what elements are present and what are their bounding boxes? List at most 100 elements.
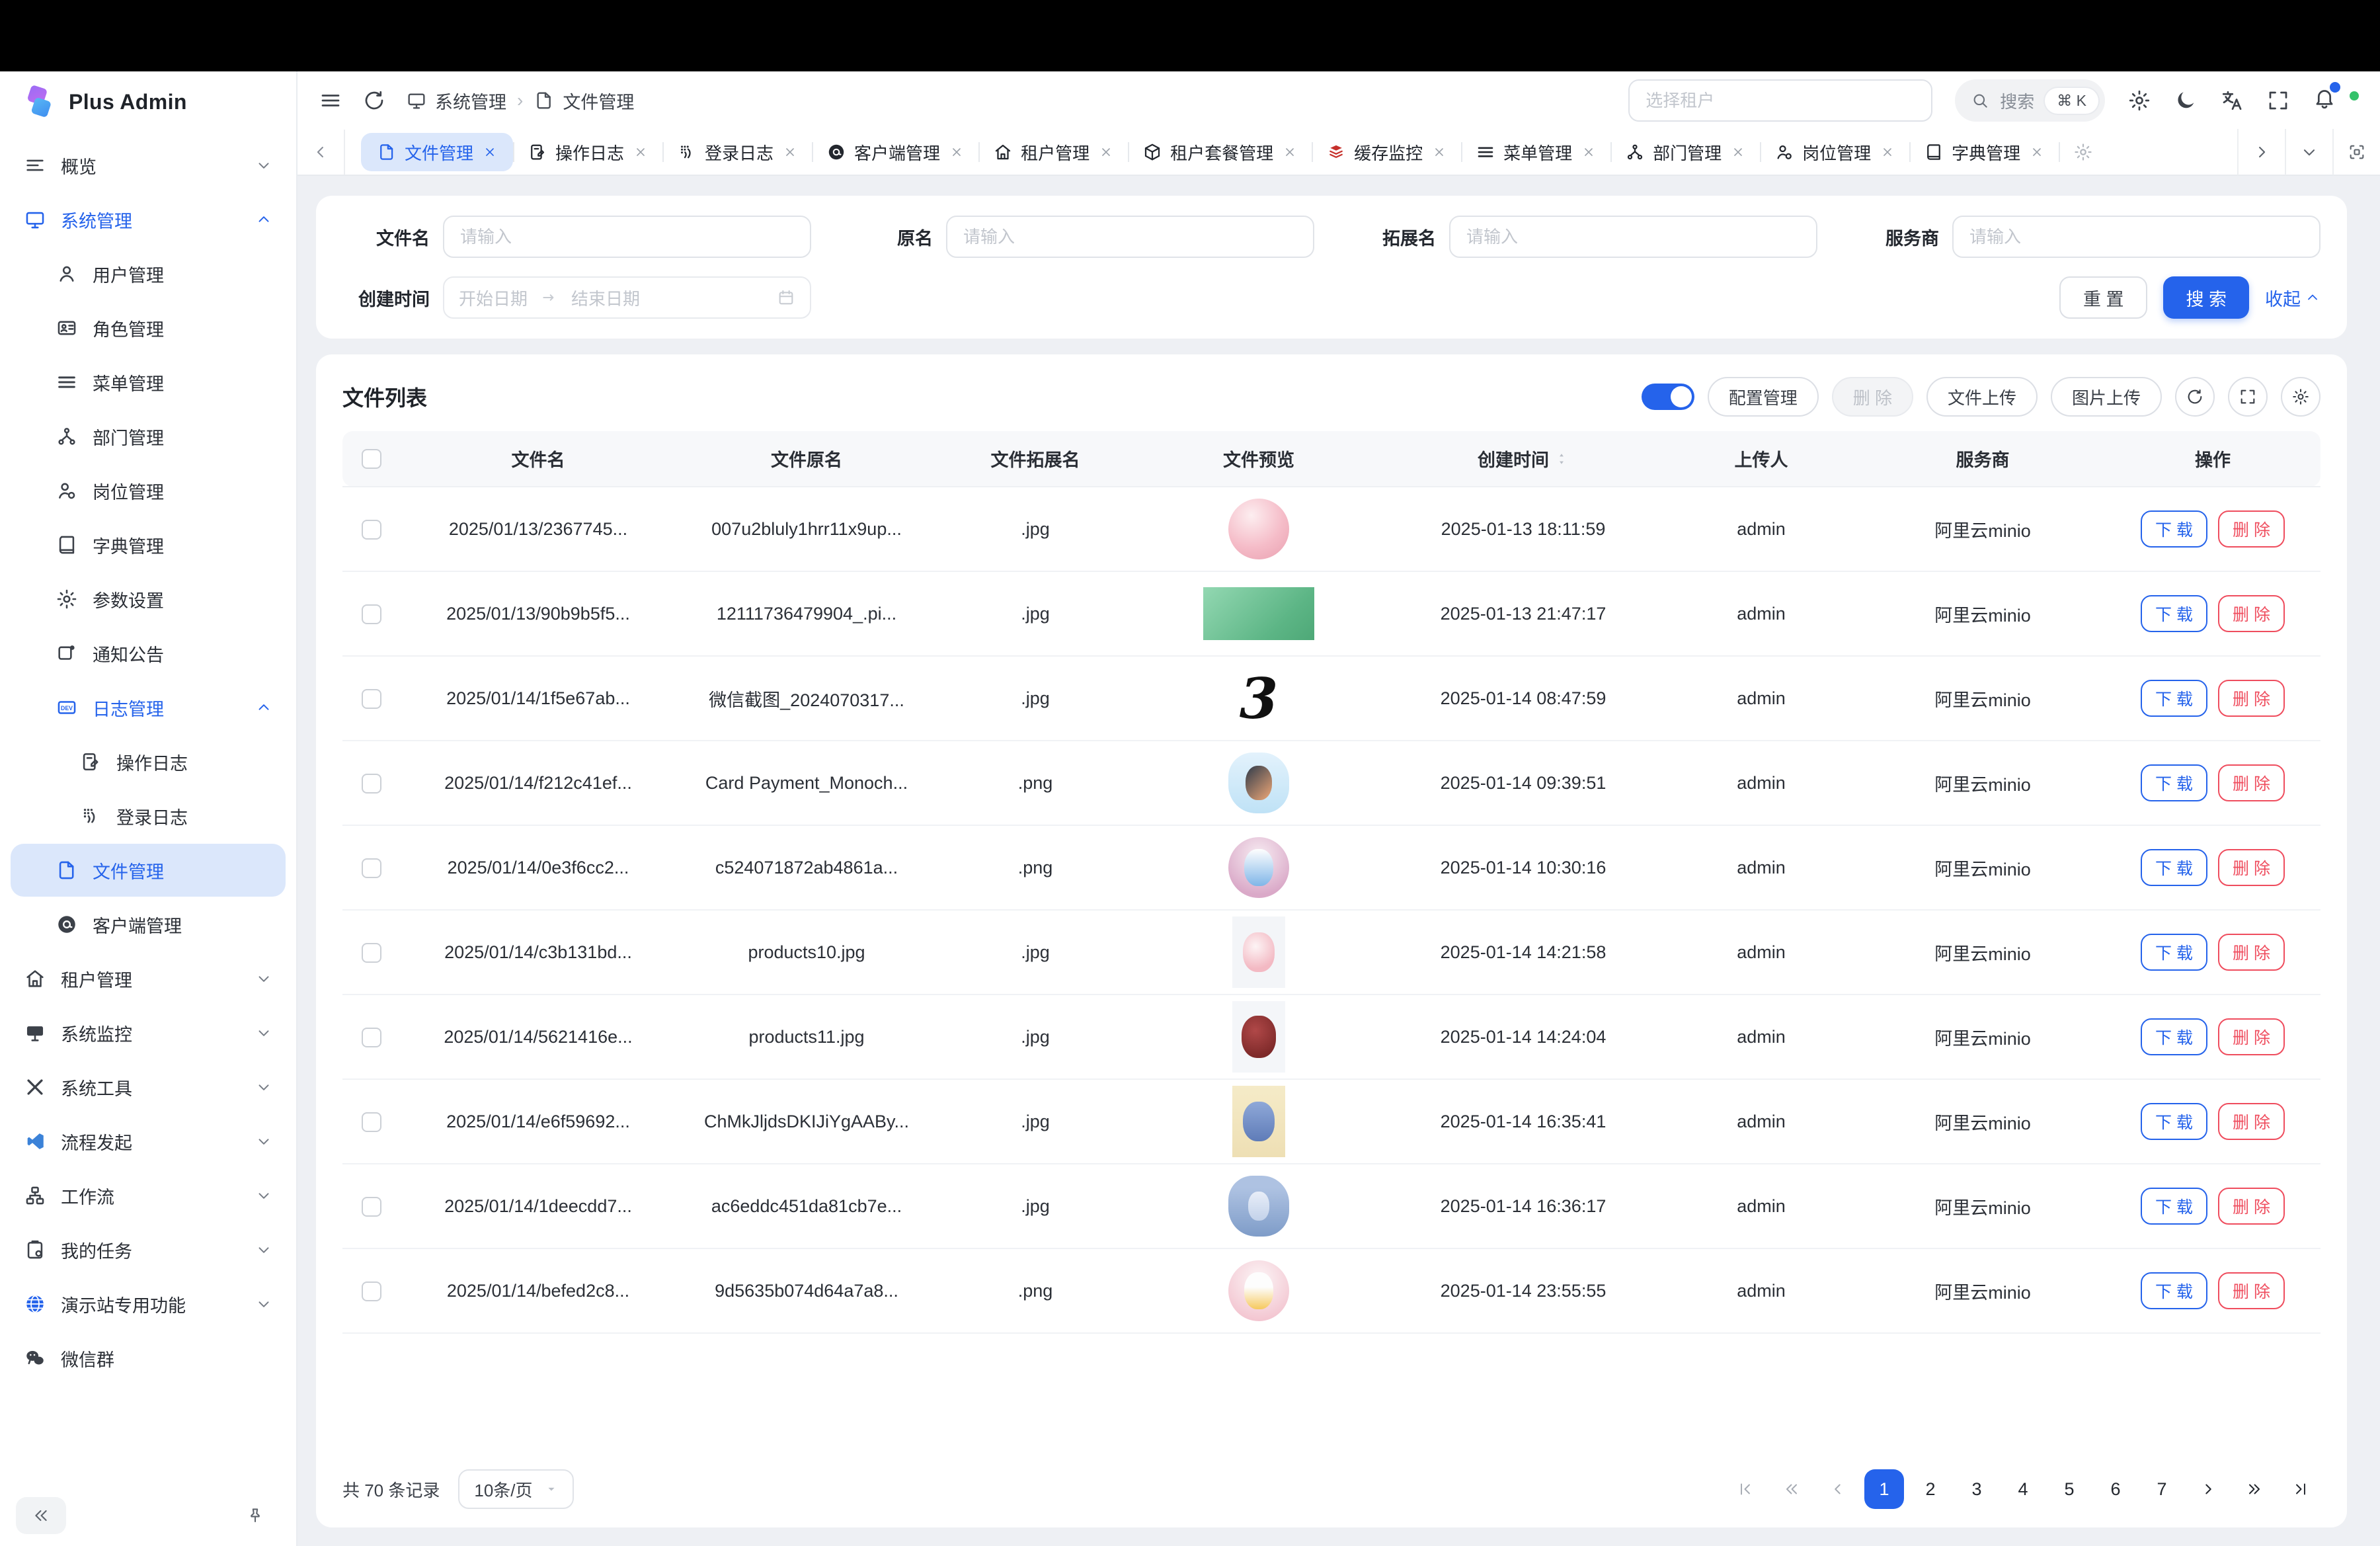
- file-preview-thumbnail[interactable]: [1228, 753, 1289, 813]
- delete-button[interactable]: 删 除: [2218, 510, 2285, 548]
- tab-租户管理[interactable]: 租户管理: [978, 130, 1128, 175]
- sidebar-item-参数设置[interactable]: 参数设置: [11, 573, 286, 626]
- row-checkbox[interactable]: [362, 858, 381, 878]
- refresh-icon[interactable]: [362, 89, 386, 112]
- file-preview-thumbnail[interactable]: [1203, 587, 1314, 640]
- pager-back-5-button[interactable]: [1772, 1469, 1811, 1509]
- toolbar-button-删除[interactable]: 删 除: [1832, 377, 1913, 417]
- breadcrumb-item-parent[interactable]: 系统管理: [406, 88, 506, 114]
- tab-缓存监控[interactable]: 缓存监控: [1312, 130, 1461, 175]
- row-checkbox[interactable]: [362, 689, 381, 709]
- file-preview-thumbnail[interactable]: [1228, 837, 1289, 898]
- tenant-select-input[interactable]: [1628, 79, 1932, 122]
- pager-first-page-button[interactable]: [1726, 1469, 1765, 1509]
- tab-文件管理[interactable]: 文件管理: [361, 133, 513, 171]
- delete-button[interactable]: 删 除: [2218, 1188, 2285, 1225]
- pager-forward-5-button[interactable]: [2235, 1469, 2274, 1509]
- sidebar-item-用户管理[interactable]: 用户管理: [11, 247, 286, 300]
- file-preview-thumbnail[interactable]: [1232, 1001, 1285, 1073]
- pager-page-2[interactable]: 2: [1911, 1469, 1950, 1509]
- toolbar-button-配置管理[interactable]: 配置管理: [1708, 377, 1819, 417]
- download-button[interactable]: 下 载: [2141, 595, 2207, 632]
- file-preview-thumbnail[interactable]: [1228, 1176, 1289, 1237]
- page-size-select[interactable]: 10条/页: [458, 1469, 573, 1509]
- tab-操作日志[interactable]: 操作日志: [513, 130, 662, 175]
- toolbar-refresh-button[interactable]: [2175, 377, 2215, 417]
- pager-page-1[interactable]: 1: [1864, 1469, 1904, 1509]
- sidebar-item-微信群[interactable]: 微信群: [11, 1332, 286, 1385]
- row-checkbox[interactable]: [362, 943, 381, 963]
- filter-input-拓展名[interactable]: [1449, 216, 1817, 258]
- sidebar-collapse-button[interactable]: [16, 1497, 66, 1534]
- sidebar-item-客户端管理[interactable]: 客户端管理: [11, 898, 286, 951]
- pager-page-4[interactable]: 4: [2003, 1469, 2043, 1509]
- dark-mode-moon-icon[interactable]: [2174, 89, 2198, 112]
- pager-prev-button[interactable]: [1818, 1469, 1858, 1509]
- pager-page-6[interactable]: 6: [2096, 1469, 2135, 1509]
- download-button[interactable]: 下 载: [2141, 1188, 2207, 1225]
- tabs-dropdown-button[interactable]: [2285, 129, 2332, 175]
- sidebar-pin-button[interactable]: [230, 1497, 280, 1534]
- delete-button[interactable]: 删 除: [2218, 1103, 2285, 1140]
- sidebar-item-登录日志[interactable]: 登录日志: [11, 790, 286, 842]
- delete-button[interactable]: 删 除: [2218, 849, 2285, 886]
- file-preview-thumbnail[interactable]: 3: [1228, 664, 1289, 733]
- download-button[interactable]: 下 载: [2141, 510, 2207, 548]
- tabs-scroll-right-button[interactable]: [2237, 129, 2285, 175]
- collapse-filters-link[interactable]: 收起: [2265, 285, 2320, 311]
- row-checkbox[interactable]: [362, 604, 381, 624]
- breadcrumb-item-current[interactable]: 文件管理: [534, 88, 634, 114]
- column-header-创建时间[interactable]: 创建时间: [1384, 431, 1662, 487]
- search-button[interactable]: 搜 索: [2163, 276, 2249, 319]
- pager-next-button[interactable]: [2188, 1469, 2228, 1509]
- toolbar-button-文件上传[interactable]: 文件上传: [1926, 377, 2038, 417]
- delete-button[interactable]: 删 除: [2218, 1272, 2285, 1309]
- tab-登录日志[interactable]: 登录日志: [662, 130, 812, 175]
- tab-岗位管理[interactable]: 岗位管理: [1760, 130, 1909, 175]
- pager-page-7[interactable]: 7: [2142, 1469, 2182, 1509]
- row-checkbox[interactable]: [362, 520, 381, 540]
- tabs-scroll-left-button[interactable]: [298, 130, 345, 175]
- sidebar-item-我的任务[interactable]: 我的任务: [11, 1223, 286, 1276]
- filter-input-文件名[interactable]: [443, 216, 811, 258]
- sidebar-item-系统管理[interactable]: 系统管理: [11, 193, 286, 246]
- download-button[interactable]: 下 载: [2141, 1103, 2207, 1140]
- sidebar-item-通知公告[interactable]: 通知公告: [11, 627, 286, 680]
- delete-button[interactable]: 删 除: [2218, 934, 2285, 971]
- row-checkbox[interactable]: [362, 1282, 381, 1301]
- sidebar-item-菜单管理[interactable]: 菜单管理: [11, 356, 286, 409]
- delete-button[interactable]: 删 除: [2218, 764, 2285, 801]
- file-preview-thumbnail[interactable]: [1232, 1086, 1285, 1157]
- sidebar-item-演示站专用功能[interactable]: 演示站专用功能: [11, 1278, 286, 1330]
- pager-page-5[interactable]: 5: [2049, 1469, 2089, 1509]
- delete-button[interactable]: 删 除: [2218, 1018, 2285, 1055]
- sidebar-item-系统工具[interactable]: 系统工具: [11, 1061, 286, 1114]
- tab-clipped[interactable]: [2059, 130, 2098, 175]
- sidebar-item-部门管理[interactable]: 部门管理: [11, 410, 286, 463]
- sidebar-item-文件管理[interactable]: 文件管理: [11, 844, 286, 897]
- download-button[interactable]: 下 载: [2141, 680, 2207, 717]
- notifications-button[interactable]: [2313, 86, 2336, 115]
- tab-字典管理[interactable]: 字典管理: [1909, 130, 2059, 175]
- file-preview-thumbnail[interactable]: [1228, 1260, 1289, 1321]
- sidebar-item-操作日志[interactable]: 操作日志: [11, 735, 286, 788]
- row-checkbox[interactable]: [362, 774, 381, 793]
- sidebar-item-岗位管理[interactable]: 岗位管理: [11, 464, 286, 517]
- download-button[interactable]: 下 载: [2141, 1272, 2207, 1309]
- logo[interactable]: Plus Admin: [0, 71, 296, 132]
- file-preview-thumbnail[interactable]: [1232, 916, 1285, 988]
- filter-input-原名[interactable]: [946, 216, 1314, 258]
- toggle-switch[interactable]: [1642, 384, 1694, 410]
- download-button[interactable]: 下 载: [2141, 934, 2207, 971]
- delete-button[interactable]: 删 除: [2218, 680, 2285, 717]
- language-translate-icon[interactable]: [2220, 89, 2244, 112]
- download-button[interactable]: 下 载: [2141, 764, 2207, 801]
- hamburger-icon[interactable]: [319, 89, 342, 112]
- download-button[interactable]: 下 载: [2141, 1018, 2207, 1055]
- toolbar-button-图片上传[interactable]: 图片上传: [2051, 377, 2162, 417]
- date-range-picker[interactable]: 开始日期 结束日期: [443, 276, 811, 319]
- row-checkbox[interactable]: [362, 1028, 381, 1047]
- sidebar-item-租户管理[interactable]: 租户管理: [11, 952, 286, 1005]
- pager-last-page-button[interactable]: [2281, 1469, 2320, 1509]
- toolbar-expand-button[interactable]: [2228, 377, 2268, 417]
